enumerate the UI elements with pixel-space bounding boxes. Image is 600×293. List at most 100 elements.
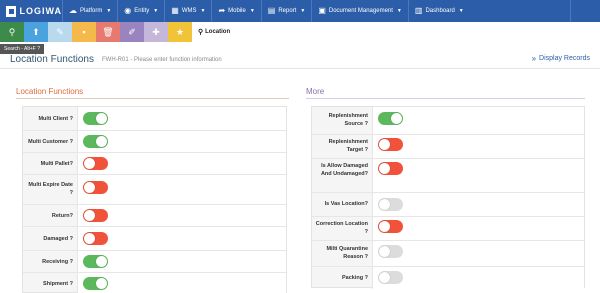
search-tooltip: Search - Alt+F ? bbox=[0, 44, 44, 54]
form-row-multi-expire-date: Multi Expire Date ? bbox=[23, 175, 286, 205]
chevron-down-icon: ▼ bbox=[396, 8, 402, 14]
nav-dashboard[interactable]: ▥ Dashboard ▼ bbox=[407, 0, 470, 22]
toggle-knob bbox=[96, 256, 107, 267]
toggle-knob bbox=[96, 113, 107, 124]
field-label: Replenishment Source ? bbox=[328, 113, 368, 127]
delete-button[interactable]: 🗑 bbox=[96, 22, 120, 42]
form-row-receiving: Receiving ? bbox=[23, 251, 286, 273]
delete-icon: 🗑 bbox=[102, 26, 114, 37]
form-row-multi-quarantine-reason: Milti Quarantine Reason ? bbox=[312, 241, 584, 267]
eraser-button[interactable]: ✐ bbox=[120, 22, 144, 42]
page-subtitle: FWH-R01 - Please enter function informat… bbox=[102, 57, 222, 63]
nav-wms-label: WMS bbox=[181, 8, 197, 14]
chevron-down-icon: ▼ bbox=[458, 8, 464, 14]
section-underline bbox=[306, 98, 585, 99]
form-row-vas-location: Is Vas Location? bbox=[312, 193, 584, 217]
field-label: Receiving ? bbox=[42, 259, 73, 265]
multi-client-toggle[interactable] bbox=[83, 112, 108, 125]
toggle-knob bbox=[379, 139, 390, 150]
form-row-replenishment-source: Replenishment Source ? bbox=[312, 107, 584, 135]
receiving-toggle[interactable] bbox=[83, 255, 108, 268]
map-pin-icon: ⚲ bbox=[198, 29, 204, 36]
chevron-down-icon: ▼ bbox=[249, 8, 255, 14]
form-row-shipment: Shipment ? bbox=[23, 273, 286, 293]
form-row-return: Return? bbox=[23, 205, 286, 227]
nav-report[interactable]: ▤ Report ▼ bbox=[260, 0, 312, 22]
nav-entity[interactable]: ◉ Entity ▼ bbox=[117, 0, 164, 22]
toggle-knob bbox=[391, 113, 402, 124]
upload-button[interactable]: ⬆ bbox=[24, 22, 48, 42]
replenishment-target-toggle[interactable] bbox=[378, 138, 403, 151]
globe-icon: ◉ bbox=[124, 6, 132, 15]
header-divider bbox=[0, 68, 600, 69]
chevron-down-icon: ▼ bbox=[200, 8, 206, 14]
field-label: Damaged ? bbox=[43, 236, 73, 242]
multi-quarantine-reason-toggle[interactable] bbox=[378, 245, 403, 258]
edit-icon: ✎ bbox=[56, 26, 64, 37]
edit-button[interactable]: ✎ bbox=[48, 22, 72, 42]
field-label: Return? bbox=[51, 213, 73, 219]
nav-mobile[interactable]: ➦ Mobile ▼ bbox=[211, 0, 260, 22]
toggle-knob bbox=[96, 278, 107, 289]
nav-wms[interactable]: ▦ WMS ▼ bbox=[164, 0, 211, 22]
upload-icon: ⬆ bbox=[32, 26, 40, 37]
nav-entity-label: Entity bbox=[134, 8, 150, 14]
allow-damaged-undamaged-toggle[interactable] bbox=[378, 162, 403, 175]
brand-logo[interactable]: LOGIWA bbox=[0, 0, 62, 22]
field-label: Shipment ? bbox=[43, 281, 73, 287]
field-label: Multi Customer ? bbox=[28, 139, 73, 145]
correction-location-toggle[interactable] bbox=[378, 220, 403, 233]
more-form: Replenishment Source ? Replenishment Tar… bbox=[311, 106, 585, 289]
section-title-location-functions: Location Functions bbox=[16, 87, 84, 96]
logo-mark-icon bbox=[6, 5, 16, 17]
toggle-knob bbox=[84, 210, 95, 221]
document-icon: ▣ bbox=[318, 6, 326, 15]
chevron-down-icon: ▼ bbox=[106, 8, 112, 14]
favorite-button[interactable]: ★ bbox=[168, 22, 192, 42]
multi-expire-date-toggle[interactable] bbox=[83, 181, 108, 194]
vas-location-toggle[interactable] bbox=[378, 198, 403, 211]
section-underline bbox=[16, 98, 289, 99]
toggle-knob bbox=[379, 272, 390, 283]
toggle-knob bbox=[96, 136, 107, 147]
page-title: Location Functions bbox=[10, 54, 94, 65]
multi-pallet-toggle[interactable] bbox=[83, 157, 108, 170]
replenishment-source-toggle[interactable] bbox=[378, 112, 403, 125]
form-row-damaged: Damaged ? bbox=[23, 227, 286, 251]
field-label: Multi Client ? bbox=[38, 116, 73, 122]
form-row-replenishment-target: Replenishment Target ? bbox=[312, 135, 584, 159]
search-button[interactable]: ⚲ bbox=[0, 22, 24, 42]
chevron-down-icon: ▼ bbox=[300, 8, 306, 14]
form-row-multi-customer: Multi Customer ? bbox=[23, 131, 286, 153]
save-button[interactable]: ▪ bbox=[72, 22, 96, 42]
shipment-toggle[interactable] bbox=[83, 277, 108, 290]
display-records-label: Display Records bbox=[539, 55, 590, 62]
grid-icon: ▦ bbox=[171, 6, 179, 15]
move-icon: ✚ bbox=[152, 26, 160, 37]
damaged-toggle[interactable] bbox=[83, 232, 108, 245]
toggle-knob bbox=[379, 246, 390, 257]
chevron-down-icon: ▼ bbox=[153, 8, 159, 14]
form-row-multi-pallet: Multi Pallet? bbox=[23, 153, 286, 175]
location-breadcrumb: ⚲ Location bbox=[192, 22, 230, 42]
eraser-icon: ✐ bbox=[128, 26, 136, 37]
toggle-knob bbox=[84, 158, 95, 169]
multi-customer-toggle[interactable] bbox=[83, 135, 108, 148]
cloud-icon: ☁ bbox=[69, 6, 77, 15]
search-icon: ⚲ bbox=[8, 26, 16, 37]
location-breadcrumb-label: Location bbox=[205, 29, 231, 35]
nav-document-management[interactable]: ▣ Document Management ▼ bbox=[311, 0, 408, 22]
field-label: Replenishment Target ? bbox=[328, 139, 368, 153]
nav-platform[interactable]: ☁ Platform ▼ bbox=[62, 0, 117, 22]
field-label: Multi Pallet? bbox=[40, 161, 73, 167]
form-row-packing: Packing ? bbox=[312, 267, 584, 289]
move-button[interactable]: ✚ bbox=[144, 22, 168, 42]
double-chevron-right-icon: » bbox=[531, 54, 537, 63]
section-title-more: More bbox=[306, 87, 325, 96]
return-toggle[interactable] bbox=[83, 209, 108, 222]
display-records-link[interactable]: » Display Records bbox=[532, 54, 590, 63]
top-navbar: LOGIWA ☁ Platform ▼ ◉ Entity ▼ ▦ WMS ▼ ➦… bbox=[0, 0, 600, 22]
nav-platform-label: Platform bbox=[80, 8, 103, 14]
packing-toggle[interactable] bbox=[378, 271, 403, 284]
nav-right-slot bbox=[570, 0, 600, 22]
